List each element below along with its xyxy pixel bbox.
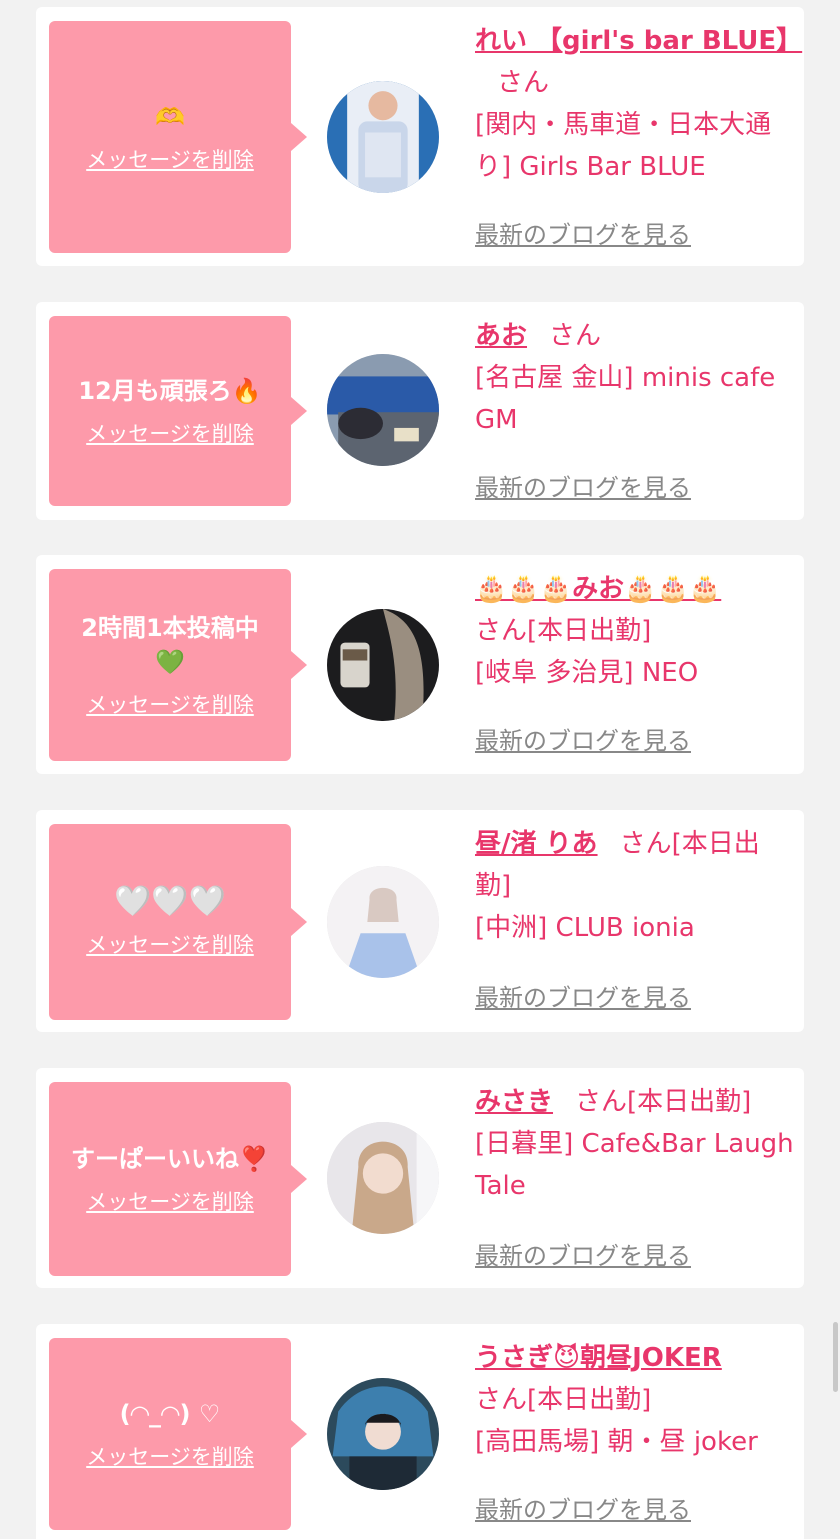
cast-info: れい 【girl's bar BLUE】さん [関内・馬車道・日本大通り] Gi…: [475, 20, 802, 188]
delete-message-link[interactable]: メッセージを削除: [86, 689, 254, 719]
delete-message-link[interactable]: メッセージを削除: [86, 1186, 254, 1216]
cast-suffix: さん: [497, 68, 550, 98]
avatar[interactable]: [327, 1378, 439, 1490]
cast-suffix: さん[本日出勤]: [475, 616, 652, 646]
cast-info: みさき さん[本日出勤] [日暮里] Cafe&Bar Laugh Tale: [475, 1081, 795, 1207]
shop-area: [中洲] CLUB ionia: [475, 913, 695, 943]
avatar[interactable]: [327, 354, 439, 466]
cast-info: うさぎ😈朝昼JOKER さん[本日出勤] [高田馬場] 朝・昼 joker: [475, 1337, 795, 1463]
cast-info: 昼/渚 りあ さん[本日出勤] [中洲] CLUB ionia: [475, 823, 795, 949]
delete-message-link[interactable]: メッセージを削除: [86, 418, 254, 448]
avatar[interactable]: [327, 81, 439, 193]
avatar[interactable]: [327, 866, 439, 978]
favorite-card: すーぱーいいね❣️ メッセージを削除 みさき さん[本日出勤] [日暮里] Caf…: [36, 1068, 804, 1288]
message-text: すーぱーいいね❣️: [71, 1145, 269, 1173]
cast-name-link[interactable]: うさぎ😈朝昼JOKER: [475, 1343, 722, 1373]
shop-area: [日暮里] Cafe&Bar Laugh Tale: [475, 1129, 794, 1201]
latest-blog-link[interactable]: 最新のブログを見る: [475, 721, 691, 756]
message-bubble: 🫶 メッセージを削除: [49, 21, 307, 253]
shop-area: [高田馬場] 朝・昼 joker: [475, 1427, 758, 1457]
favorite-card: 🤍🤍🤍 メッセージを削除 昼/渚 りあ さん[本日出勤] [中洲] CLUB io…: [36, 810, 804, 1032]
favorite-card: 2時間1本投稿中 💚 メッセージを削除 🎂🎂🎂みお🎂🎂🎂 さん[本日出勤] [岐…: [36, 555, 804, 774]
message-text: 🫶: [155, 103, 185, 131]
message-bubble: 🤍🤍🤍 メッセージを削除: [49, 824, 307, 1020]
favorite-card: (◠_◠) ♡ メッセージを削除 うさぎ😈朝昼JOKER さん[本日出勤] [高…: [36, 1324, 804, 1539]
shop-area: [岐阜 多治見] NEO: [475, 658, 699, 688]
message-bubble: (◠_◠) ♡ メッセージを削除: [49, 1338, 307, 1530]
cast-name-link[interactable]: みさき: [475, 1087, 553, 1117]
cast-suffix: さん[本日出勤]: [575, 1087, 752, 1117]
message-bubble: 2時間1本投稿中 💚 メッセージを削除: [49, 569, 307, 761]
message-bubble: すーぱーいいね❣️ メッセージを削除: [49, 1082, 307, 1276]
cast-suffix: さん: [549, 321, 602, 351]
message-text: (◠_◠) ♡: [119, 1400, 221, 1428]
message-text: 12月も頑張ろ🔥: [78, 377, 262, 405]
latest-blog-link[interactable]: 最新のブログを見る: [475, 1490, 691, 1525]
delete-message-link[interactable]: メッセージを削除: [86, 929, 254, 959]
cast-info: あお さん [名古屋 金山] minis cafe GM: [475, 315, 795, 441]
cast-info: 🎂🎂🎂みお🎂🎂🎂 さん[本日出勤] [岐阜 多治見] NEO: [475, 568, 795, 694]
latest-blog-link[interactable]: 最新のブログを見る: [475, 1236, 691, 1271]
cast-suffix: さん[本日出勤]: [475, 1385, 652, 1415]
favorite-card: 12月も頑張ろ🔥 メッセージを削除 あお さん [名古屋 金山] minis ca…: [36, 302, 804, 520]
shop-area: [名古屋 金山] minis cafe GM: [475, 363, 776, 435]
message-text: 🤍🤍🤍: [113, 884, 227, 919]
scrollbar[interactable]: [833, 1322, 838, 1392]
cast-name-link[interactable]: あお: [475, 321, 527, 351]
message-text: 2時間1本投稿中 💚: [81, 614, 259, 676]
cast-name-link[interactable]: 🎂🎂🎂みお🎂🎂🎂: [475, 574, 721, 604]
message-bubble: 12月も頑張ろ🔥 メッセージを削除: [49, 316, 307, 506]
cast-name-link[interactable]: れい 【girl's bar BLUE】: [475, 26, 802, 56]
delete-message-link[interactable]: メッセージを削除: [86, 1441, 254, 1471]
delete-message-link[interactable]: メッセージを削除: [86, 144, 254, 174]
cast-name-link[interactable]: 昼/渚 りあ: [475, 829, 598, 859]
shop-area: [関内・馬車道・日本大通り] Girls Bar BLUE: [475, 110, 772, 182]
latest-blog-link[interactable]: 最新のブログを見る: [475, 468, 691, 503]
avatar[interactable]: [327, 1122, 439, 1234]
avatar[interactable]: [327, 609, 439, 721]
favorite-card: 🫶 メッセージを削除 れい 【girl's bar BLUE】さん [関内・馬車…: [36, 7, 804, 266]
latest-blog-link[interactable]: 最新のブログを見る: [475, 215, 691, 250]
latest-blog-link[interactable]: 最新のブログを見る: [475, 978, 691, 1013]
